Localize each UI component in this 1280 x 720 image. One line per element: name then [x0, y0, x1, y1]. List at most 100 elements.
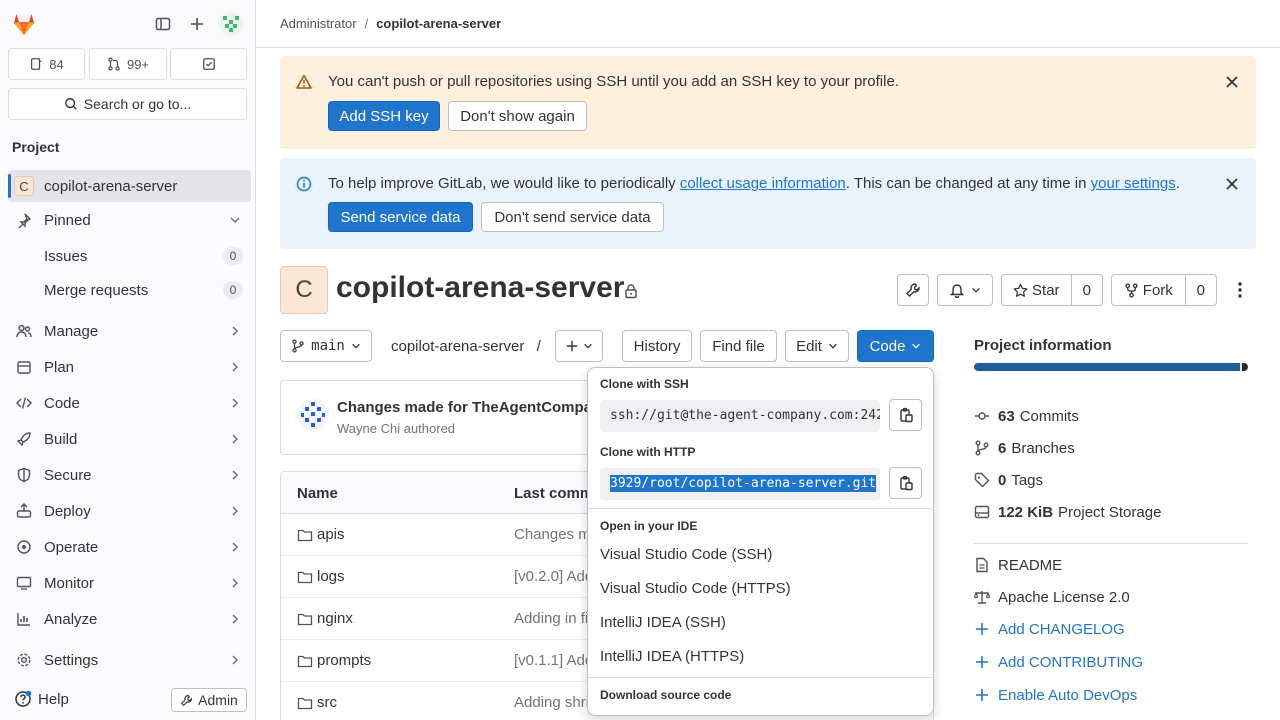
- tags-label: Tags: [1011, 471, 1044, 489]
- sidebar-pinned-merge-requests[interactable]: Merge requests 0: [8, 274, 251, 306]
- close-icon[interactable]: [1224, 176, 1240, 192]
- add-changelog-link[interactable]: Add CHANGELOG: [974, 619, 1125, 639]
- help-icon: [15, 690, 32, 707]
- info-icon: [296, 176, 312, 192]
- history-button[interactable]: History: [622, 330, 692, 362]
- search-label: Search or go to...: [83, 96, 192, 112]
- sidebar-item-label: Code: [44, 394, 80, 412]
- monitor-icon: [16, 576, 32, 590]
- clone-ssh-url-field[interactable]: ssh://git@the-agent-company.com:2424/roo…: [600, 400, 880, 432]
- help-label: Help: [38, 690, 69, 708]
- more-actions-icon[interactable]: [1230, 280, 1250, 300]
- sidebar-item-deploy[interactable]: Deploy: [8, 495, 251, 527]
- sidebar-item-code[interactable]: Code: [8, 387, 251, 419]
- sidebar-pinned-issues[interactable]: Issues 0: [8, 240, 251, 272]
- edit-dropdown[interactable]: Edit: [785, 330, 849, 362]
- commit-author-avatar[interactable]: [297, 399, 329, 431]
- your-settings-link[interactable]: your settings: [1091, 175, 1176, 192]
- sidebar-project-name: copilot-arena-server: [44, 177, 178, 195]
- todos-button[interactable]: [170, 48, 247, 80]
- file-name[interactable]: prompts: [317, 652, 371, 669]
- ide-vscode-ssh[interactable]: Visual Studio Code (SSH): [600, 546, 772, 563]
- repo-path-root[interactable]: copilot-arena-server: [391, 338, 524, 355]
- branches-link[interactable]: 6 Branches: [974, 438, 1075, 458]
- chevron-down-icon: [352, 343, 360, 349]
- fork-count[interactable]: 0: [1186, 275, 1216, 305]
- license-link[interactable]: Apache License 2.0: [974, 587, 1130, 607]
- wrench-icon: [180, 694, 193, 706]
- sidebar-item-operate[interactable]: Operate: [8, 531, 251, 563]
- search-button[interactable]: Search or go to...: [8, 88, 247, 120]
- enable-auto-devops-link[interactable]: Enable Auto DevOps: [974, 685, 1137, 705]
- collect-usage-link[interactable]: collect usage information: [680, 175, 846, 192]
- file-name[interactable]: apis: [317, 526, 345, 543]
- ide-vscode-https[interactable]: Visual Studio Code (HTTPS): [600, 580, 791, 597]
- star-count[interactable]: 0: [1072, 275, 1102, 305]
- help-button[interactable]: Help: [14, 690, 69, 708]
- sidebar-item-label: Issues: [44, 247, 88, 265]
- add-contributing-link[interactable]: Add CONTRIBUTING: [974, 652, 1143, 672]
- find-file-button[interactable]: Find file: [700, 330, 777, 362]
- ssh-key-alert: You can't push or pull repositories usin…: [280, 56, 1256, 149]
- sidebar-item-plan[interactable]: Plan: [8, 351, 251, 383]
- readme-link[interactable]: README: [974, 555, 1062, 575]
- issues-count-button[interactable]: 84: [8, 48, 85, 80]
- sidebar-item-manage[interactable]: Manage: [8, 315, 251, 347]
- plus-icon: [976, 689, 988, 701]
- file-name[interactable]: src: [317, 694, 337, 711]
- sidebar-item-analyze[interactable]: Analyze: [8, 603, 251, 635]
- sidebar-toggle-icon[interactable]: [151, 12, 175, 36]
- storage-usage-bar: [974, 363, 1248, 371]
- plus-icon[interactable]: [185, 12, 209, 36]
- add-file-dropdown[interactable]: [555, 330, 603, 362]
- fork-button[interactable]: Fork: [1112, 275, 1185, 305]
- storage-size: 122 KiB: [998, 503, 1054, 521]
- fork-label: Fork: [1142, 281, 1173, 299]
- bell-icon: [949, 284, 965, 298]
- user-avatar[interactable]: [219, 12, 243, 36]
- add-ssh-key-button[interactable]: Add SSH key: [328, 101, 440, 131]
- branch-selector[interactable]: main: [280, 330, 372, 362]
- copy-http-url-button[interactable]: [889, 467, 922, 499]
- file-name[interactable]: nginx: [317, 610, 353, 627]
- project-badge: C: [14, 176, 34, 196]
- tags-count: 0: [998, 471, 1007, 489]
- breadcrumb-current[interactable]: copilot-arena-server: [376, 16, 501, 31]
- clone-http-url-field[interactable]: 3929/root/copilot-arena-server.git: [600, 468, 880, 500]
- ide-intellij-https[interactable]: IntelliJ IDEA (HTTPS): [600, 648, 744, 665]
- star-button[interactable]: Star: [1002, 275, 1071, 305]
- sidebar-item-build[interactable]: Build: [8, 423, 251, 455]
- notifications-button[interactable]: [937, 274, 993, 306]
- code-dropdown-button[interactable]: Code: [857, 330, 934, 362]
- merge-requests-count-button[interactable]: 99+: [89, 48, 167, 80]
- ide-intellij-ssh[interactable]: IntelliJ IDEA (SSH): [600, 614, 726, 631]
- file-name[interactable]: logs: [317, 568, 345, 585]
- alert-text: .: [1175, 175, 1180, 192]
- sidebar-item-secure[interactable]: Secure: [8, 459, 251, 491]
- dont-send-service-data-button[interactable]: Don't send service data: [481, 202, 664, 232]
- sidebar-item-settings[interactable]: Settings: [8, 644, 251, 676]
- sidebar-item-pinned[interactable]: Pinned: [8, 204, 251, 236]
- commits-link[interactable]: 63 Commits: [974, 406, 1079, 426]
- breadcrumb-root[interactable]: Administrator: [280, 16, 357, 31]
- gitlab-logo-icon[interactable]: [10, 10, 38, 38]
- send-service-data-button[interactable]: Send service data: [328, 202, 473, 232]
- search-icon: [64, 98, 77, 110]
- plus-icon: [976, 623, 988, 635]
- enable-auto-devops-label: Enable Auto DevOps: [998, 686, 1138, 704]
- sidebar-item-project[interactable]: C copilot-arena-server: [8, 170, 251, 202]
- copy-ssh-url-button[interactable]: [889, 399, 922, 431]
- admin-button[interactable]: Admin: [171, 688, 247, 712]
- sidebar-item-label: Settings: [44, 651, 99, 669]
- dont-show-again-button[interactable]: Don't show again: [448, 101, 587, 131]
- chevron-right-icon: [232, 434, 239, 444]
- breadcrumb: Administrator / copilot-arena-server: [256, 0, 1280, 48]
- admin-settings-button[interactable]: [897, 274, 929, 306]
- storage-link[interactable]: 122 KiB Project Storage: [974, 502, 1161, 522]
- tags-link[interactable]: 0 Tags: [974, 470, 1043, 490]
- commit-title[interactable]: Changes made for TheAgentCompany: [337, 399, 610, 416]
- sidebar-item-label: Pinned: [44, 211, 91, 229]
- branches-label: Branches: [1011, 439, 1075, 457]
- close-icon[interactable]: [1224, 74, 1240, 90]
- sidebar-item-monitor[interactable]: Monitor: [8, 567, 251, 599]
